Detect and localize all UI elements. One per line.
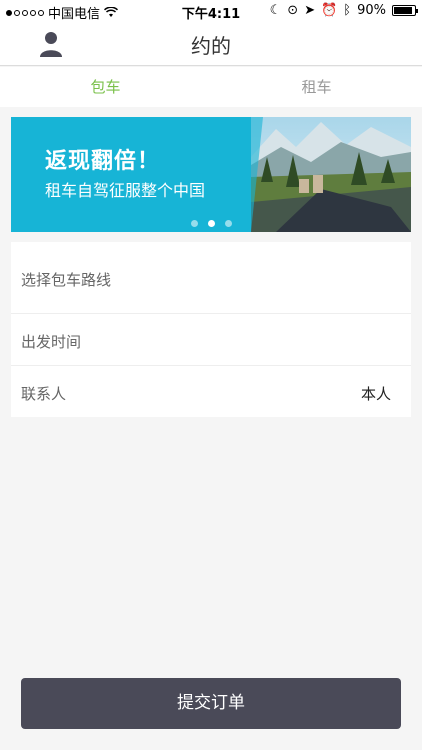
battery-icon (392, 5, 418, 16)
page-title: 约的 (191, 34, 231, 58)
contact-field[interactable]: 联系人 本人 (11, 366, 411, 417)
banner-headline: 返现翻倍！ (45, 149, 161, 174)
promo-banner[interactable]: 返现翻倍！ 租车自驾征服整个中国 (11, 117, 411, 232)
banner-pager[interactable] (191, 220, 232, 227)
route-placeholder: 选择包车路线 (21, 271, 112, 289)
status-right: ☾ ⊙ ➤ ⏰ ᛒ 90% (269, 3, 418, 18)
booking-form: 选择包车路线 出发时间 联系人 本人 (11, 242, 411, 417)
banner-image (251, 117, 411, 232)
pager-dot[interactable] (191, 220, 198, 227)
moon-icon: ☾ (269, 3, 282, 18)
pager-dot[interactable] (225, 220, 232, 227)
contact-value: 本人 (360, 385, 391, 403)
rotation-lock-icon: ⊙ (287, 3, 299, 18)
status-bar: 中国电信 下午4:11 ☾ ⊙ ➤ ⏰ ᛒ 90% (0, 0, 422, 22)
banner-subline: 租车自驾征服整个中国 (45, 181, 206, 200)
location-icon: ➤ (304, 3, 316, 18)
bluetooth-icon: ᛒ (343, 3, 352, 18)
departure-time-field[interactable]: 出发时间 (11, 314, 411, 366)
route-select[interactable]: 选择包车路线 (11, 242, 411, 314)
nav-bar: 约的 (0, 22, 422, 66)
pager-dot[interactable] (208, 220, 215, 227)
submit-order-button[interactable]: 提交订单 (21, 678, 401, 729)
departure-time-label: 出发时间 (21, 333, 82, 351)
contact-label: 联系人 (21, 385, 67, 403)
battery-percent: 90% (357, 3, 386, 18)
tab-bar: 包车 租车 (0, 67, 422, 107)
alarm-icon: ⏰ (321, 3, 338, 18)
tab-charter[interactable]: 包车 (0, 67, 211, 107)
tab-rental[interactable]: 租车 (211, 67, 422, 107)
